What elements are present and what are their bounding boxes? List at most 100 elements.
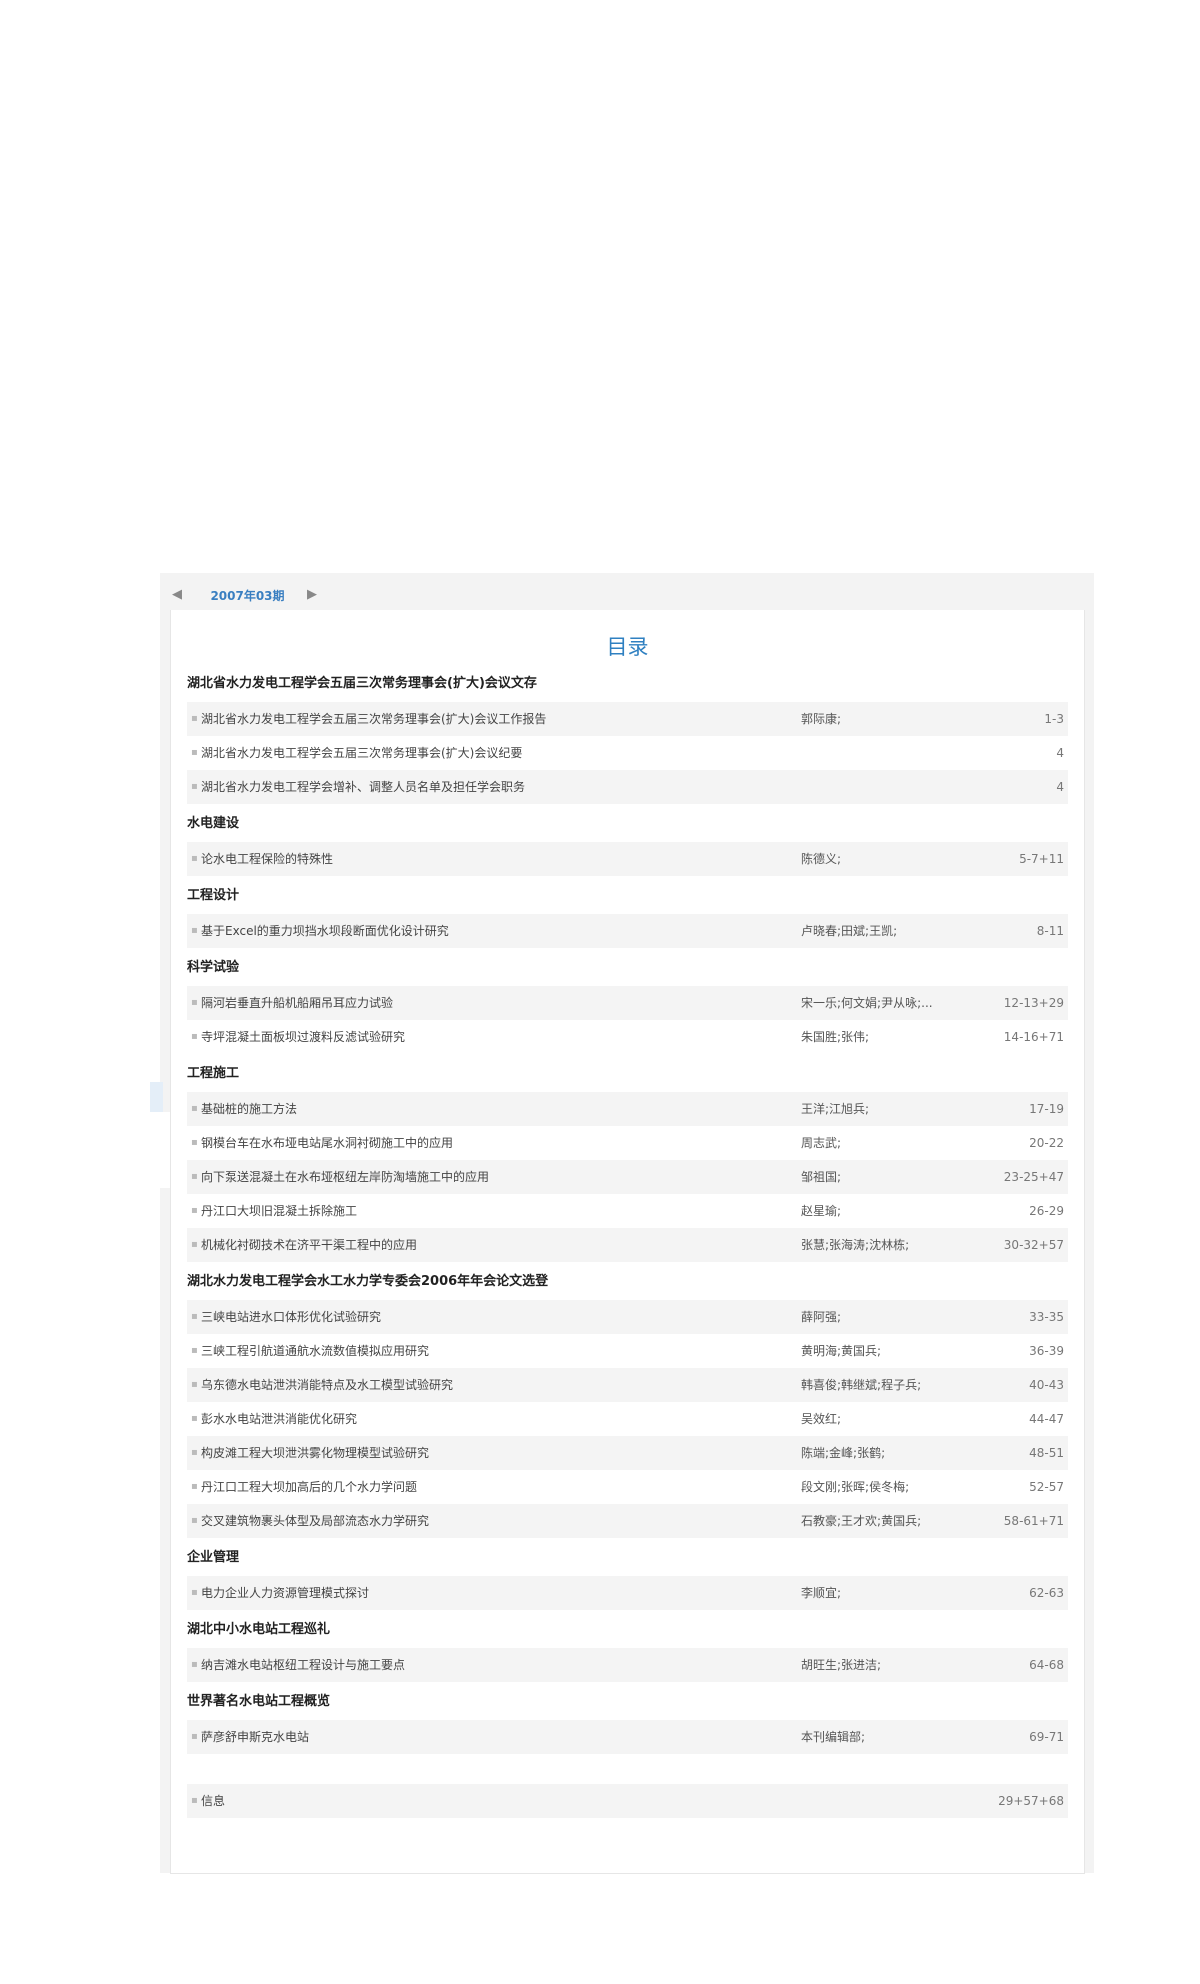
section-heading: 水电建设: [187, 816, 240, 831]
bullet-icon: ▪: [191, 747, 198, 758]
article-authors: 韩喜俊;韩继斌;程子兵;: [801, 1378, 922, 1392]
article-pages: 20-22: [1029, 1136, 1064, 1150]
article-pages: 14-16+71: [1003, 1030, 1064, 1044]
bullet-icon: ▪: [191, 1311, 198, 1322]
bullet-icon: ▪: [191, 1345, 198, 1356]
bullet-icon: ▪: [191, 1379, 198, 1390]
bullet-icon: ▪: [191, 1413, 198, 1424]
article-title-link[interactable]: 丹江口工程大坝加高后的几个水力学问题: [201, 1470, 781, 1504]
toc-row[interactable]: ▪ 钢模台车在水布垭电站尾水洞衬砌施工中的应用 周志武; 20-22: [187, 1126, 1068, 1160]
toc-row[interactable]: ▪ 向下泵送混凝土在水布垭枢纽左岸防淘墙施工中的应用 邹祖国; 23-25+47: [187, 1160, 1068, 1194]
bullet-icon: ▪: [191, 1447, 198, 1458]
article-pages: 48-51: [1029, 1446, 1064, 1460]
article-authors: 卢晓春;田斌;王凯;: [801, 924, 898, 938]
article-authors: 陈端;金峰;张鹤;: [801, 1446, 886, 1460]
section-heading: 湖北水力发电工程学会水工水力学专委会2006年年会论文选登: [187, 1274, 549, 1289]
article-title-link[interactable]: 论水电工程保险的特殊性: [201, 842, 781, 876]
article-authors: 胡旺生;张进洁;: [801, 1658, 882, 1672]
section-heading: 工程施工: [187, 1066, 240, 1081]
toc-row[interactable]: ▪ 乌东德水电站泄洪消能特点及水工模型试验研究 韩喜俊;韩继斌;程子兵; 40-43: [187, 1368, 1068, 1402]
article-title-link[interactable]: 湖北省水力发电工程学会五届三次常务理事会(扩大)会议工作报告: [201, 702, 781, 736]
article-title-link[interactable]: 钢模台车在水布垭电站尾水洞衬砌施工中的应用: [201, 1126, 781, 1160]
article-authors: 宋一乐;何文娟;尹从咏;...: [801, 996, 933, 1010]
bullet-icon: ▪: [191, 853, 198, 864]
toc-row[interactable]: ▪ 丹江口工程大坝加高后的几个水力学问题 段文刚;张晖;侯冬梅; 52-57: [187, 1470, 1068, 1504]
article-authors: 王洋;江旭兵;: [801, 1102, 870, 1116]
article-title-link[interactable]: 电力企业人力资源管理模式探讨: [201, 1576, 781, 1610]
article-authors: 邹祖国;: [801, 1170, 842, 1184]
toc-row[interactable]: ▪ 构皮滩工程大坝泄洪雾化物理模型试验研究 陈端;金峰;张鹤; 48-51: [187, 1436, 1068, 1470]
article-title-link[interactable]: 三峡工程引航道通航水流数值模拟应用研究: [201, 1334, 781, 1368]
bullet-icon: ▪: [191, 1171, 198, 1182]
bullet-icon: ▪: [191, 1587, 198, 1598]
article-authors: 李顺宜;: [801, 1586, 842, 1600]
article-pages: 12-13+29: [1003, 996, 1064, 1010]
article-title-link[interactable]: 萨彦舒申斯克水电站: [201, 1720, 781, 1754]
article-title-link[interactable]: 基础桩的施工方法: [201, 1092, 781, 1126]
bullet-icon: ▪: [191, 781, 198, 792]
article-title-link[interactable]: 信息: [201, 1784, 781, 1818]
article-title-link[interactable]: 寺坪混凝土面板坝过渡料反滤试验研究: [201, 1020, 781, 1054]
section-heading: 企业管理: [187, 1550, 240, 1565]
bullet-icon: ▪: [191, 1239, 198, 1250]
toc-row[interactable]: ▪ 纳吉滩水电站枢纽工程设计与施工要点 胡旺生;张进洁; 64-68: [187, 1648, 1068, 1682]
article-title-link[interactable]: 湖北省水力发电工程学会五届三次常务理事会(扩大)会议纪要: [201, 736, 781, 770]
article-authors: 黄明海;黄国兵;: [801, 1344, 882, 1358]
toc-row[interactable]: ▪ 隔河岩垂直升船机船厢吊耳应力试验 宋一乐;何文娟;尹从咏;... 12-13+29: [187, 986, 1068, 1020]
article-title-link[interactable]: 向下泵送混凝土在水布垭枢纽左岸防淘墙施工中的应用: [201, 1160, 781, 1194]
toc-row[interactable]: ▪ 三峡电站进水口体形优化试验研究 薛阿强; 33-35: [187, 1300, 1068, 1334]
toc-row[interactable]: ▪ 丹江口大坝旧混凝土拆除施工 赵星瑜; 26-29: [187, 1194, 1068, 1228]
toc-row[interactable]: ▪ 彭水水电站泄洪消能优化研究 吴效红; 44-47: [187, 1402, 1068, 1436]
toc-row[interactable]: ▪ 基础桩的施工方法 王洋;江旭兵; 17-19: [187, 1092, 1068, 1126]
article-pages: 4: [1056, 746, 1064, 760]
article-authors: 段文刚;张晖;侯冬梅;: [801, 1480, 910, 1494]
issue-tab-current[interactable]: 2007年03期: [170, 587, 325, 604]
article-pages: 69-71: [1029, 1730, 1064, 1744]
article-title-link[interactable]: 彭水水电站泄洪消能优化研究: [201, 1402, 781, 1436]
article-pages: 26-29: [1029, 1204, 1064, 1218]
article-pages: 33-35: [1029, 1310, 1064, 1324]
toc-row[interactable]: ▪ 基于Excel的重力坝挡水坝段断面优化设计研究 卢晓春;田斌;王凯; 8-11: [187, 914, 1068, 948]
section-heading: 湖北中小水电站工程巡礼: [187, 1622, 331, 1637]
article-title-link[interactable]: 三峡电站进水口体形优化试验研究: [201, 1300, 781, 1334]
toc-row[interactable]: ▪ 寺坪混凝土面板坝过渡料反滤试验研究 朱国胜;张伟; 14-16+71: [187, 1020, 1068, 1054]
toc-row[interactable]: ▪ 电力企业人力资源管理模式探讨 李顺宜; 62-63: [187, 1576, 1068, 1610]
article-pages: 40-43: [1029, 1378, 1064, 1392]
toc-row[interactable]: ▪ 交叉建筑物裹头体型及局部流态水力学研究 石教豪;王才欢;黄国兵; 58-61+71: [187, 1504, 1068, 1538]
toc-row[interactable]: ▪ 萨彦舒申斯克水电站 本刊编辑部; 69-71: [187, 1720, 1068, 1754]
bullet-icon: ▪: [191, 1205, 198, 1216]
article-pages: 5-7+11: [1019, 852, 1064, 866]
article-pages: 29+57+68: [998, 1794, 1064, 1808]
toc-panel: 目录 湖北省水力发电工程学会五届三次常务理事会(扩大)会议文存 ▪ 湖北省水力发电工…: [170, 610, 1085, 1874]
article-authors: 朱国胜;张伟;: [801, 1030, 870, 1044]
article-title-link[interactable]: 交叉建筑物裹头体型及局部流态水力学研究: [201, 1504, 781, 1538]
article-authors: 张慧;张海涛;沈林栋;: [801, 1238, 910, 1252]
article-pages: 17-19: [1029, 1102, 1064, 1116]
next-issue-icon[interactable]: ▶: [307, 586, 317, 604]
article-title-link[interactable]: 构皮滩工程大坝泄洪雾化物理模型试验研究: [201, 1436, 781, 1470]
bullet-icon: ▪: [191, 1031, 198, 1042]
toc-row[interactable]: ▪ 论水电工程保险的特殊性 陈德义; 5-7+11: [187, 842, 1068, 876]
toc-list: 湖北省水力发电工程学会五届三次常务理事会(扩大)会议文存 ▪ 湖北省水力发电工程学会…: [187, 664, 1068, 1818]
article-title-link[interactable]: 湖北省水力发电工程学会增补、调整人员名单及担任学会职务: [201, 770, 781, 804]
article-authors: 本刊编辑部;: [801, 1730, 866, 1744]
bullet-icon: ▪: [191, 713, 198, 724]
toc-row[interactable]: ▪ 机械化衬砌技术在济平干渠工程中的应用 张慧;张海涛;沈林栋; 30-32+57: [187, 1228, 1068, 1262]
toc-row[interactable]: ▪ 湖北省水力发电工程学会增补、调整人员名单及担任学会职务 4: [187, 770, 1068, 804]
article-title-link[interactable]: 隔河岩垂直升船机船厢吊耳应力试验: [201, 986, 781, 1020]
article-title-link[interactable]: 基于Excel的重力坝挡水坝段断面优化设计研究: [201, 914, 781, 948]
bullet-icon: ▪: [191, 1795, 198, 1806]
toc-row[interactable]: ▪ 湖北省水力发电工程学会五届三次常务理事会(扩大)会议工作报告 郭际康; 1-3: [187, 702, 1068, 736]
article-title-link[interactable]: 丹江口大坝旧混凝土拆除施工: [201, 1194, 781, 1228]
toc-row[interactable]: ▪ 湖北省水力发电工程学会五届三次常务理事会(扩大)会议纪要 4: [187, 736, 1068, 770]
article-title-link[interactable]: 机械化衬砌技术在济平干渠工程中的应用: [201, 1228, 781, 1262]
toc-row[interactable]: ▪ 信息 29+57+68: [187, 1784, 1068, 1818]
toc-row[interactable]: ▪ 三峡工程引航道通航水流数值模拟应用研究 黄明海;黄国兵; 36-39: [187, 1334, 1068, 1368]
bullet-icon: ▪: [191, 997, 198, 1008]
section-heading: 科学试验: [187, 960, 240, 975]
article-pages: 52-57: [1029, 1480, 1064, 1494]
article-title-link[interactable]: 乌东德水电站泄洪消能特点及水工模型试验研究: [201, 1368, 781, 1402]
bullet-icon: ▪: [191, 925, 198, 936]
article-title-link[interactable]: 纳吉滩水电站枢纽工程设计与施工要点: [201, 1648, 781, 1682]
